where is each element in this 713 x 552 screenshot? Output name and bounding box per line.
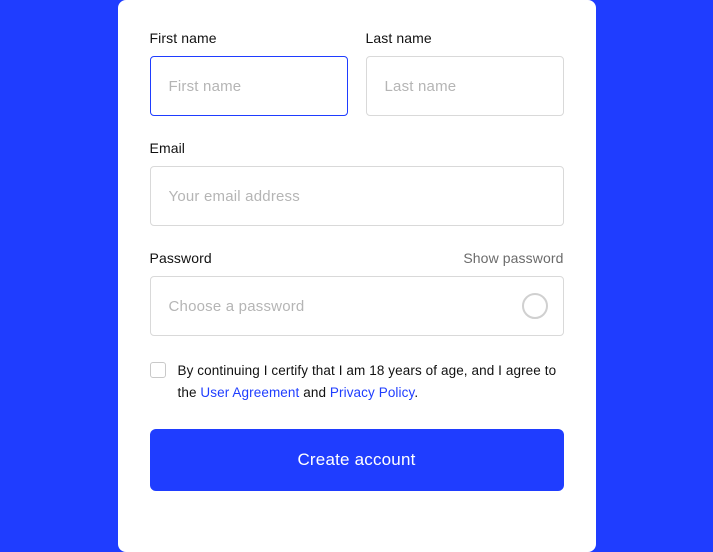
consent-text: By continuing I certify that I am 18 yea… [178, 360, 564, 403]
show-password-toggle[interactable]: Show password [463, 250, 563, 266]
consent-and: and [299, 385, 330, 400]
privacy-policy-link[interactable]: Privacy Policy [330, 385, 414, 400]
name-row: First name Last name [150, 30, 564, 140]
first-name-input[interactable] [150, 56, 348, 116]
last-name-label: Last name [366, 30, 564, 46]
password-label-row: Password Show password [150, 250, 564, 266]
consent-checkbox[interactable] [150, 362, 166, 378]
email-input[interactable] [150, 166, 564, 226]
password-strength-icon [522, 293, 548, 319]
first-name-field: First name [150, 30, 348, 116]
create-account-button[interactable]: Create account [150, 429, 564, 491]
email-field: Email [150, 140, 564, 226]
consent-row: By continuing I certify that I am 18 yea… [150, 360, 564, 403]
password-label: Password [150, 250, 212, 266]
last-name-input[interactable] [366, 56, 564, 116]
password-field: Password Show password [150, 250, 564, 336]
first-name-label: First name [150, 30, 348, 46]
last-name-field: Last name [366, 30, 564, 116]
password-input-wrap [150, 276, 564, 336]
user-agreement-link[interactable]: User Agreement [200, 385, 299, 400]
signup-card: First name Last name Email Password Show… [118, 0, 596, 552]
email-label: Email [150, 140, 564, 156]
consent-suffix: . [414, 385, 418, 400]
password-input[interactable] [150, 276, 564, 336]
